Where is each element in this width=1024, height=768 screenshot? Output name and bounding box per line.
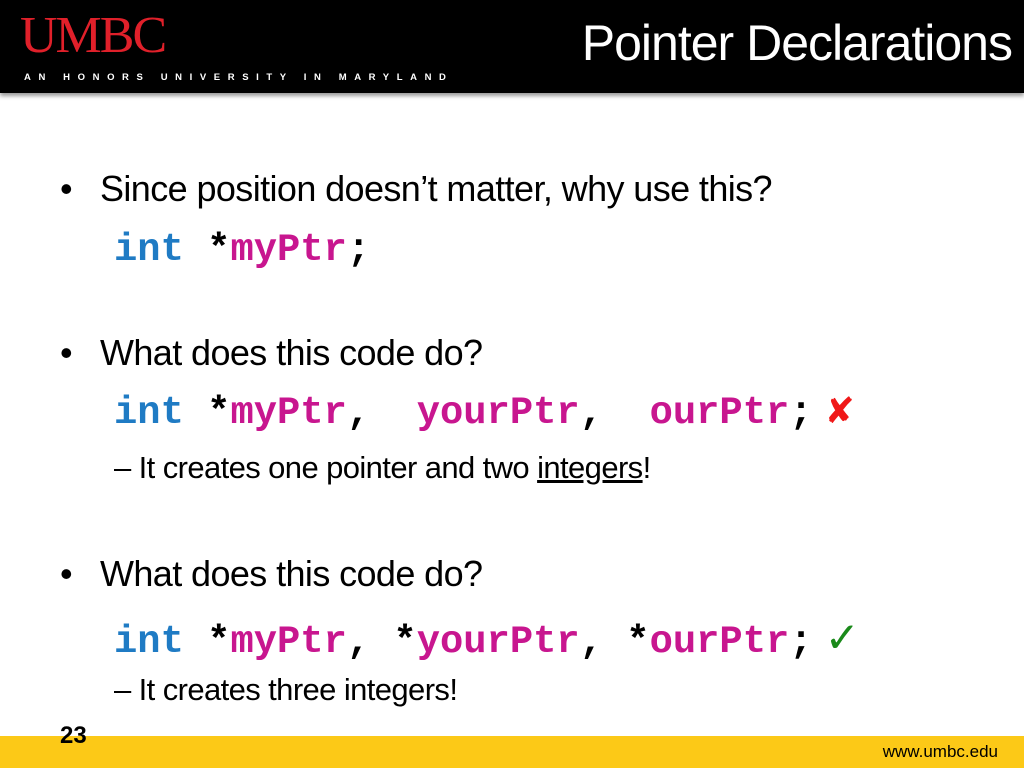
underlined-word: integers xyxy=(537,450,643,485)
slide-title: Pointer Declarations xyxy=(581,15,1013,71)
bullet-dot: • xyxy=(60,168,73,209)
keyword: int xyxy=(114,391,184,435)
bullet-text: What does this code do? xyxy=(100,332,483,373)
bullet-dot: • xyxy=(60,553,73,594)
code-punct: ; xyxy=(789,620,813,664)
umbc-logo: UMBC xyxy=(20,7,167,64)
bullet-dot: • xyxy=(60,332,73,373)
code-punct: , xyxy=(579,391,650,435)
logo-tagline: AN HONORS UNIVERSITY IN MARYLAND xyxy=(24,72,454,83)
check-mark-icon: ✓ xyxy=(824,613,860,662)
code-punct: ; xyxy=(346,228,371,272)
sub-text: – It creates one pointer and two xyxy=(114,450,538,485)
code-punct: , * xyxy=(346,620,417,664)
slide-header: UMBC AN HONORS UNIVERSITY IN MARYLAND Po… xyxy=(0,0,1024,93)
code-punct: * xyxy=(183,391,231,435)
keyword: int xyxy=(114,620,184,664)
cross-mark-icon: ✘ xyxy=(824,391,855,432)
sub-bullet-2: – It creates one pointer and two integer… xyxy=(114,450,651,486)
code-punct: , xyxy=(346,391,417,435)
identifier: myPtr xyxy=(230,391,347,435)
code-punct: * xyxy=(183,620,231,664)
page-number: 23 xyxy=(60,722,87,749)
identifier: myPtr xyxy=(230,228,347,272)
keyword: int xyxy=(114,228,184,272)
code-line-1: int *myPtr; xyxy=(114,228,370,272)
sub-bullet-3: – It creates three integers! xyxy=(114,672,458,707)
code-line-3: int *myPtr, *yourPtr, *ourPtr; ✓ xyxy=(114,613,860,664)
code-punct: , * xyxy=(579,620,650,664)
footer-url: www.umbc.edu xyxy=(882,742,998,761)
slide-footer xyxy=(0,736,1024,768)
bullet-text: Since position doesn’t matter, why use t… xyxy=(100,168,773,209)
bullet-text: What does this code do? xyxy=(100,553,483,594)
identifier: ourPtr xyxy=(649,620,790,664)
code-punct: ; xyxy=(789,391,813,435)
identifier: yourPtr xyxy=(416,620,580,664)
identifier: yourPtr xyxy=(416,391,580,435)
sub-text: ! xyxy=(642,450,652,485)
identifier: ourPtr xyxy=(649,391,790,435)
code-punct: * xyxy=(183,228,231,272)
code-line-2: int *myPtr, yourPtr, ourPtr; ✘ xyxy=(114,391,855,435)
identifier: myPtr xyxy=(230,620,347,664)
